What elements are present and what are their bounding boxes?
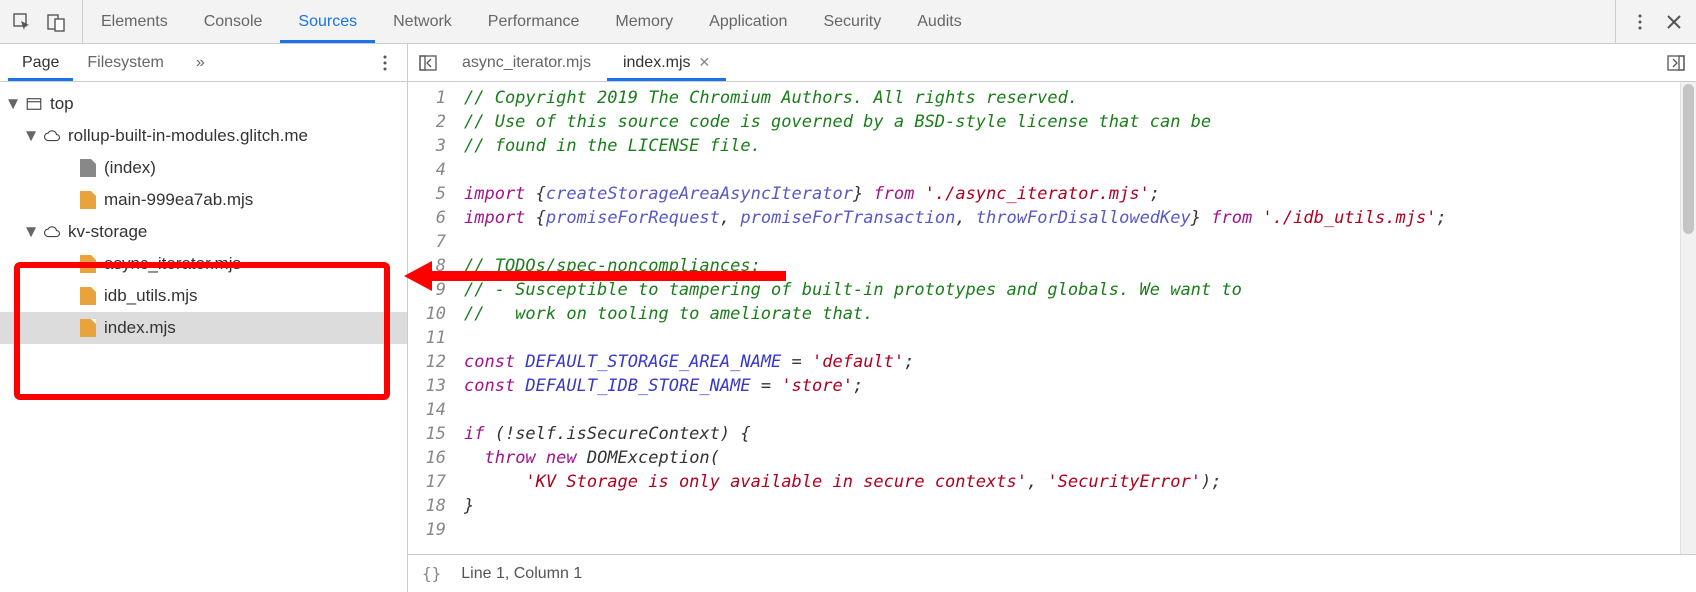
editor-tab[interactable]: index.mjs ✕ [607, 44, 726, 81]
panel-tabs: ElementsConsoleSourcesNetworkPerformance… [83, 0, 980, 43]
tree-item[interactable]: index.mjs [0, 312, 407, 344]
tree-item-label: main-999ea7ab.mjs [104, 190, 253, 210]
disclosure-triangle-icon[interactable]: ▼ [24, 222, 38, 242]
cloud-icon [42, 126, 62, 146]
editor-tab[interactable]: async_iterator.mjs [446, 44, 607, 81]
editor-tab-label: index.mjs [623, 54, 691, 72]
tree-item-label: top [50, 94, 74, 114]
navigator-more-tabs[interactable]: » [182, 44, 219, 81]
script-file-icon [78, 254, 98, 274]
script-file-icon [78, 318, 98, 338]
tab-performance[interactable]: Performance [470, 0, 598, 43]
tree-item-label: rollup-built-in-modules.glitch.me [68, 126, 308, 146]
disclosure-triangle-icon[interactable]: ▼ [6, 94, 20, 114]
tab-network[interactable]: Network [375, 0, 470, 43]
scrollbar-thumb[interactable] [1683, 84, 1694, 234]
tab-security[interactable]: Security [805, 0, 899, 43]
code-area[interactable]: 12345678910111213141516171819 // Copyrig… [408, 82, 1696, 554]
tab-console[interactable]: Console [186, 0, 281, 43]
close-tab-icon[interactable]: ✕ [699, 54, 711, 71]
editor-tabbar: async_iterator.mjs index.mjs ✕ [408, 44, 1696, 82]
cloud-icon [42, 222, 62, 242]
code-content[interactable]: // Copyright 2019 The Chromium Authors. … [454, 82, 1696, 554]
inspect-icon[interactable] [8, 8, 36, 36]
tree-item[interactable]: ▼ kv-storage [0, 216, 407, 248]
tab-elements[interactable]: Elements [83, 0, 186, 43]
tab-audits[interactable]: Audits [899, 0, 979, 43]
document-icon [78, 158, 98, 178]
tree-item[interactable]: async_iterator.mjs [0, 248, 407, 280]
tree-item[interactable]: main-999ea7ab.mjs [0, 184, 407, 216]
kebab-menu-icon[interactable] [1626, 8, 1654, 36]
tree-item[interactable]: (index) [0, 152, 407, 184]
toggle-navigator-icon[interactable] [414, 49, 442, 77]
editor-statusbar: {} Line 1, Column 1 [408, 554, 1696, 592]
editor-tab-label: async_iterator.mjs [462, 54, 591, 72]
disclosure-triangle-icon[interactable]: ▼ [24, 126, 38, 146]
navigator-header: PageFilesystem » [0, 44, 407, 82]
tree-item[interactable]: ▼ rollup-built-in-modules.glitch.me [0, 120, 407, 152]
tree-item[interactable]: idb_utils.mjs [0, 280, 407, 312]
tree-item-label: idb_utils.mjs [104, 286, 198, 306]
frame-icon [24, 94, 44, 114]
cursor-position-label: Line 1, Column 1 [461, 565, 582, 583]
devtools-tabbar: ElementsConsoleSourcesNetworkPerformance… [0, 0, 1696, 44]
device-toggle-icon[interactable] [42, 8, 70, 36]
tree-item-label: kv-storage [68, 222, 147, 242]
script-file-icon [78, 190, 98, 210]
script-file-icon [78, 286, 98, 306]
tab-memory[interactable]: Memory [597, 0, 691, 43]
tree-item-label: (index) [104, 158, 156, 178]
tree-item-label: index.mjs [104, 318, 176, 338]
navigator-sidebar: PageFilesystem » ▼ top ▼ rollup-built-in-mo… [0, 44, 408, 592]
vertical-scrollbar[interactable] [1680, 82, 1696, 554]
source-editor-pane: async_iterator.mjs index.mjs ✕ 12345678910… [408, 44, 1696, 592]
tab-application[interactable]: Application [691, 0, 805, 43]
pretty-print-icon[interactable]: {} [422, 564, 441, 583]
dock-controls [8, 0, 83, 43]
navigator-kebab-icon[interactable] [371, 49, 399, 77]
close-devtools-icon[interactable] [1660, 8, 1688, 36]
line-gutter[interactable]: 12345678910111213141516171819 [408, 82, 454, 554]
tree-item-label: async_iterator.mjs [104, 254, 241, 274]
toggle-debugger-icon[interactable] [1662, 49, 1690, 77]
navigator-tab-page[interactable]: Page [8, 44, 73, 81]
file-tree: ▼ top ▼ rollup-built-in-modules.glitch.me (i… [0, 82, 407, 592]
navigator-tab-filesystem[interactable]: Filesystem [73, 44, 177, 81]
tree-item[interactable]: ▼ top [0, 88, 407, 120]
tab-sources[interactable]: Sources [280, 0, 375, 43]
